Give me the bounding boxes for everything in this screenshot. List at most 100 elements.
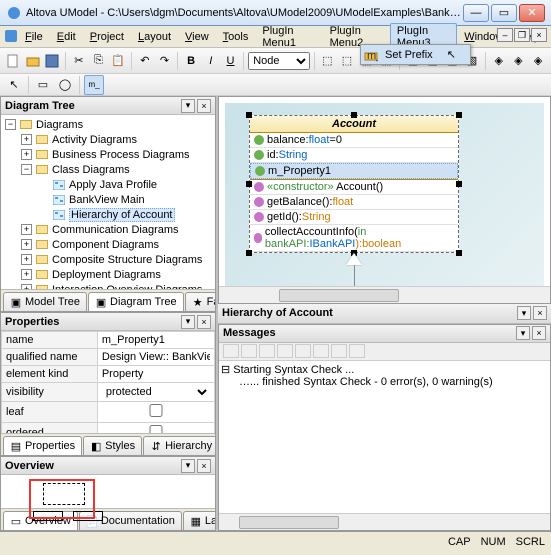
minimize-button[interactable]: — — [463, 4, 489, 22]
property-value-checkbox[interactable] — [102, 404, 210, 417]
property-row[interactable]: ordered — [2, 423, 215, 434]
set-prefix-menuitem[interactable]: m_ Set Prefix ↖ — [361, 45, 470, 64]
tree-item[interactable]: +Activity Diagrams — [3, 132, 213, 147]
op-row[interactable]: «constructor» Account() — [250, 180, 458, 195]
menu-tools[interactable]: Tools — [216, 29, 256, 45]
tree-item[interactable]: +Communication Diagrams — [3, 222, 213, 237]
tb-i[interactable]: ◈ — [490, 51, 508, 71]
save-button[interactable] — [43, 51, 61, 71]
tree-item[interactable]: +Composite Structure Diagrams — [3, 252, 213, 267]
tree-item[interactable]: +Component Diagrams — [3, 237, 213, 252]
op-row[interactable]: collectAccountInfo(in bankAPI:IBankAPI):… — [250, 225, 458, 252]
attr-row[interactable]: id:String — [250, 148, 458, 163]
attr-row-selected[interactable]: m_Property1 — [250, 163, 458, 179]
tb-j[interactable]: ◈ — [510, 51, 528, 71]
tab-layer[interactable]: ▦Layer — [183, 511, 215, 530]
properties-pin-button[interactable]: ▾ — [181, 315, 195, 329]
tb-b[interactable]: ⬚ — [338, 51, 356, 71]
underline-button[interactable]: U — [222, 51, 240, 71]
close-button[interactable]: ✕ — [519, 4, 545, 22]
tb-k[interactable]: ◈ — [529, 51, 547, 71]
property-value-checkbox[interactable] — [102, 425, 210, 433]
msg-tb-7[interactable] — [331, 344, 347, 358]
menu-layout[interactable]: Layout — [131, 29, 178, 45]
op-row[interactable]: getId():String — [250, 210, 458, 225]
tab-hierarchy[interactable]: ⇵Hierarchy — [143, 436, 215, 455]
tab-model-tree[interactable]: ▣Model Tree — [3, 292, 87, 311]
messages-pin-button[interactable]: ▾ — [516, 326, 530, 340]
pane-close-button[interactable]: × — [197, 99, 211, 113]
uml-class-account[interactable]: Account balance:float=0 id:String m_Prop… — [249, 115, 459, 253]
new-button[interactable] — [4, 51, 22, 71]
bold-button[interactable]: B — [182, 51, 200, 71]
redo-button[interactable]: ↷ — [156, 51, 174, 71]
msg-tb-6[interactable] — [313, 344, 329, 358]
node-select[interactable]: Node — [248, 52, 309, 70]
mdi-restore-button[interactable]: ❐ — [514, 28, 530, 42]
maximize-button[interactable]: ▭ — [491, 4, 517, 22]
overview-close-button[interactable]: × — [197, 459, 211, 473]
tree-item[interactable]: +Business Process Diagrams — [3, 147, 213, 162]
properties-close-button[interactable]: × — [197, 315, 211, 329]
undo-button[interactable]: ↶ — [136, 51, 154, 71]
attr-row[interactable]: balance:float=0 — [250, 133, 458, 148]
tab-styles[interactable]: ◧Styles — [83, 436, 142, 455]
property-value-input[interactable] — [102, 334, 210, 346]
property-row[interactable]: name — [2, 332, 215, 349]
tree-root[interactable]: − Diagrams — [3, 117, 213, 132]
open-button[interactable] — [24, 51, 42, 71]
tab-favorites[interactable]: ★Favorites — [185, 292, 215, 311]
tree-item[interactable]: Hierarchy of Account — [3, 207, 213, 222]
pointer-tool[interactable]: ↖ — [4, 75, 24, 95]
diagram-tree[interactable]: − Diagrams +Activity Diagrams+Business P… — [1, 115, 215, 289]
menu-edit[interactable]: Edit — [50, 29, 83, 45]
property-row[interactable]: leaf — [2, 402, 215, 423]
copy-button[interactable]: ⎘ — [90, 51, 108, 71]
op-row[interactable]: getBalance():float — [250, 195, 458, 210]
properties-grid[interactable]: namequalified nameelement kindvisibility… — [1, 331, 215, 433]
property-value-input[interactable] — [102, 351, 210, 363]
msg-tb-1[interactable] — [223, 344, 239, 358]
msg-tb-5[interactable] — [295, 344, 311, 358]
interface-tool[interactable]: ◯ — [55, 75, 75, 95]
tree-item[interactable]: Apply Java Profile — [3, 177, 213, 192]
messages-list[interactable]: ⊟ Starting Syntax Check ... …... finishe… — [219, 361, 550, 514]
hierarchy-close-button[interactable]: × — [533, 306, 547, 320]
msg-tb-8[interactable] — [349, 344, 365, 358]
menu-project[interactable]: Project — [83, 29, 131, 45]
diagram-canvas[interactable]: Account balance:float=0 id:String m_Prop… — [218, 96, 551, 304]
tab-properties[interactable]: ▤Properties — [3, 436, 82, 455]
paste-button[interactable]: 📋 — [109, 51, 127, 71]
tree-item[interactable]: −Class Diagrams — [3, 162, 213, 177]
property-value-select[interactable]: protected — [102, 385, 210, 399]
menu-plugin1[interactable]: PlugIn Menu1 — [255, 23, 322, 51]
property-value-input[interactable] — [102, 368, 210, 380]
app-menu-icon[interactable] — [4, 29, 18, 45]
menu-view[interactable]: View — [178, 29, 216, 45]
hierarchy-expand-button[interactable]: ▾ — [517, 306, 531, 320]
tab-diagram-tree[interactable]: ▣Diagram Tree — [88, 292, 184, 311]
messages-hscroll[interactable] — [219, 513, 550, 530]
pane-pin-button[interactable]: ▾ — [181, 99, 195, 113]
cut-button[interactable]: ✂ — [70, 51, 88, 71]
mdi-minimize-button[interactable]: – — [497, 28, 513, 42]
property-row[interactable]: visibilityprotected — [2, 383, 215, 402]
tree-item[interactable]: BankView Main — [3, 192, 213, 207]
msg-tb-4[interactable] — [277, 344, 293, 358]
msg-tb-2[interactable] — [241, 344, 257, 358]
tree-item[interactable]: +Deployment Diagrams — [3, 267, 213, 282]
canvas-hscroll[interactable] — [219, 286, 550, 303]
property-row[interactable]: qualified name — [2, 349, 215, 366]
prefix-tool[interactable]: m_ — [84, 75, 104, 95]
italic-button[interactable]: I — [202, 51, 220, 71]
tree-item[interactable]: +Interaction Overview Diagrams — [3, 282, 213, 289]
mdi-close-button[interactable]: × — [531, 28, 547, 42]
menu-file[interactable]: File — [18, 29, 50, 45]
tb-a[interactable]: ⬚ — [318, 51, 336, 71]
class-tool[interactable]: ▭ — [33, 75, 53, 95]
overview-canvas[interactable] — [1, 475, 215, 508]
property-row[interactable]: element kind — [2, 366, 215, 383]
msg-tb-3[interactable] — [259, 344, 275, 358]
overview-pin-button[interactable]: ▾ — [181, 459, 195, 473]
messages-close-button[interactable]: × — [532, 326, 546, 340]
